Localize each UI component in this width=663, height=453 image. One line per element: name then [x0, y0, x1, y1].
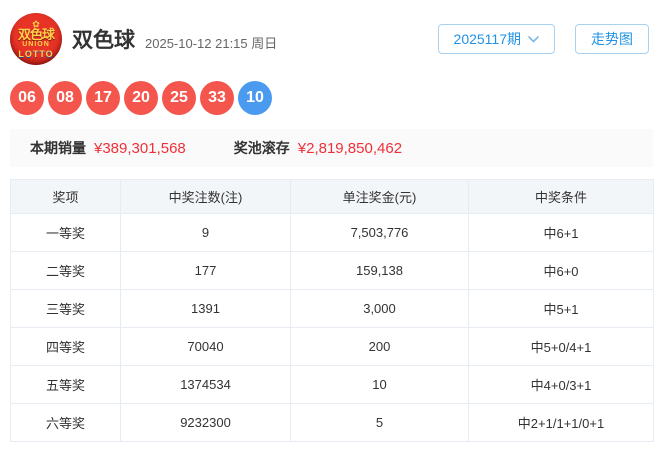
table-cell: 二等奖	[10, 251, 121, 290]
red-ball: 25	[162, 81, 196, 115]
table-cell: 1374534	[120, 365, 291, 404]
table-cell: 7,503,776	[290, 213, 469, 252]
table-cell: 中6+0	[468, 251, 654, 290]
table-cell: 177	[120, 251, 291, 290]
red-ball: 06	[10, 81, 44, 115]
table-cell: 9232300	[120, 403, 291, 442]
logo-text-union: UNION	[22, 40, 50, 48]
table-cell: 中4+0/3+1	[468, 365, 654, 404]
prize-table-body: 一等奖 9 7,503,776 中6+1 二等奖 177 159,138 中6+0 三等奖 139…	[10, 213, 654, 442]
table-cell: 一等奖	[10, 213, 121, 252]
column-header: 中奖注数(注)	[120, 179, 291, 214]
table-cell: 70040	[120, 327, 291, 366]
sales-value: ¥389,301,568	[94, 139, 186, 157]
logo-text-lotto: LOTTO	[18, 48, 54, 59]
chevron-down-icon	[528, 35, 539, 43]
table-cell: 三等奖	[10, 289, 121, 328]
table-cell: 1391	[120, 289, 291, 328]
stats-bar: 本期销量 ¥389,301,568 奖池滚存 ¥2,819,850,462	[10, 129, 653, 167]
table-row: 五等奖 1374534 10 中4+0/3+1	[10, 365, 654, 404]
winning-numbers: 06 08 17 20 25 33 10	[10, 81, 653, 115]
lottery-results-page: ✿ 双色球 UNION LOTTO 双色球 2025-10-12 21:15 周…	[0, 0, 663, 453]
red-ball: 08	[48, 81, 82, 115]
table-row: 六等奖 9232300 5 中2+1/1+1/0+1	[10, 403, 654, 442]
table-cell: 9	[120, 213, 291, 252]
sales-label: 本期销量	[30, 140, 86, 156]
red-ball: 20	[124, 81, 158, 115]
trend-chart-button[interactable]: 走势图	[575, 24, 649, 54]
column-header: 单注奖金(元)	[290, 179, 469, 214]
table-cell: 中6+1	[468, 213, 654, 252]
table-cell: 四等奖	[10, 327, 121, 366]
period-select-button[interactable]: 2025117期	[437, 24, 555, 54]
table-cell: 五等奖	[10, 365, 121, 404]
table-cell: 中5+1	[468, 289, 654, 328]
table-cell: 200	[290, 327, 469, 366]
jackpot-value: ¥2,819,850,462	[297, 139, 403, 157]
page-title: 双色球	[72, 29, 135, 52]
table-row: 二等奖 177 159,138 中6+0	[10, 251, 654, 290]
blue-ball: 10	[238, 81, 272, 115]
table-header-row: 奖项 中奖注数(注) 单注奖金(元) 中奖条件	[10, 179, 654, 214]
logo-text-cn: 双色球	[17, 26, 55, 42]
table-cell: 5	[290, 403, 469, 442]
table-cell: 159,138	[290, 251, 469, 290]
prize-table: 奖项 中奖注数(注) 单注奖金(元) 中奖条件 一等奖 9 7,503,776 中6+1 二等…	[10, 179, 654, 442]
union-lotto-logo: ✿ 双色球 UNION LOTTO	[10, 13, 62, 65]
table-row: 四等奖 70040 200 中5+0/4+1	[10, 327, 654, 366]
column-header: 中奖条件	[468, 179, 654, 214]
column-header: 奖项	[10, 179, 121, 214]
table-row: 一等奖 9 7,503,776 中6+1	[10, 213, 654, 252]
table-cell: 六等奖	[10, 403, 121, 442]
jackpot-label: 奖池滚存	[233, 140, 290, 156]
header: ✿ 双色球 UNION LOTTO 双色球 2025-10-12 21:15 周…	[10, 10, 653, 68]
table-row: 三等奖 1391 3,000 中5+1	[10, 289, 654, 328]
red-ball: 33	[200, 81, 234, 115]
draw-datetime: 2025-10-12 21:15 周日	[145, 35, 278, 51]
table-cell: 10	[290, 365, 469, 404]
table-cell: 中2+1/1+1/0+1	[468, 403, 654, 442]
table-cell: 中5+0/4+1	[468, 327, 654, 366]
period-label: 2025117期	[453, 31, 521, 47]
red-ball: 17	[86, 81, 120, 115]
table-cell: 3,000	[290, 289, 469, 328]
header-actions: 2025117期 走势图	[437, 24, 649, 54]
